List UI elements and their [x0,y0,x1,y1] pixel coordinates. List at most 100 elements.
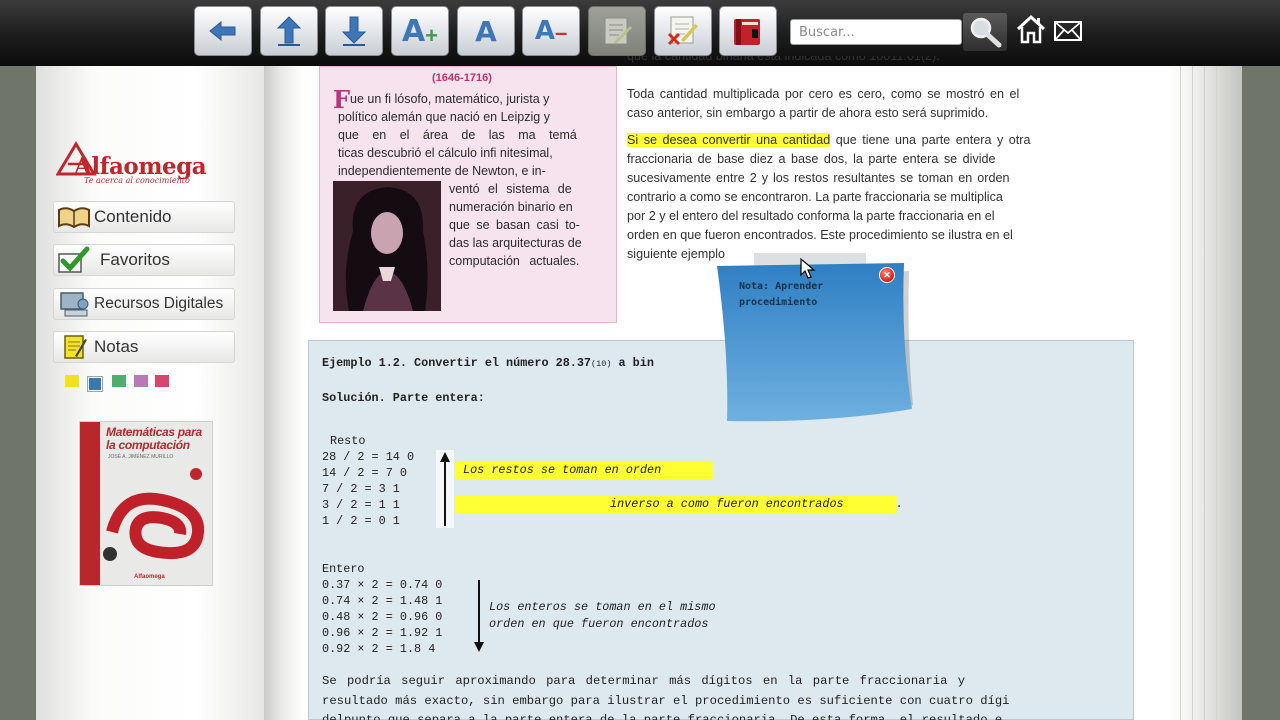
annotation-text: Los restos se toman en orden [463,463,662,477]
font-plus-icon: A [401,13,426,49]
cut-off-line: que la cantidad binaria está indicada co… [627,56,940,63]
add-note-button[interactable] [588,6,646,56]
close-icon[interactable]: ✕ [879,267,895,283]
leibniz-portrait [333,181,441,311]
arrow-left-icon [209,20,236,42]
multiplication-row: 0.37 × 2 = 0.74 0 [322,578,443,592]
search-input[interactable]: Buscar... [790,19,962,45]
logo-tagline: Te acerca al conocimiento [84,176,190,185]
multiplication-row: 0.74 × 2 = 1.48 1 [322,594,443,608]
body-paragraph-line: fraccionaria de base diez a base dos, la… [627,152,996,166]
annotation-period: . [896,497,904,511]
open-book-icon [54,202,94,232]
note-color-green[interactable] [112,375,126,387]
sidebar-item-label: Notas [94,337,139,356]
next-page-button[interactable] [325,6,383,56]
annotation-text: inverso a como fueron encontrados [610,497,844,511]
note-color-pink[interactable] [155,375,169,387]
font-increase-button[interactable]: A + [391,6,449,56]
sidebar-item-contenido[interactable]: Contenido [53,201,235,233]
sidebar-item-favoritos[interactable]: Favoritos [53,244,235,276]
bio-line: político alemán que nació en Leipzig y [338,110,550,124]
body-paragraph-line: Toda cantidad multiplicada por cero es c… [627,87,1020,101]
closing-paragraph-line: delpunto que separa a la parte entera de… [322,713,1003,720]
delete-note-button[interactable] [654,6,712,56]
arrow-up-icon [276,16,302,46]
book-icon [734,19,760,45]
bio-line: numeración binario en [449,200,573,214]
sidebar-item-label: Contenido [94,207,172,226]
home-button[interactable] [1015,14,1047,49]
bio-line: ticas descubrió el cálculo infi nitesima… [338,146,553,160]
body-paragraph-line: orden en que fueron encontrados. Este pr… [627,228,1013,242]
frame-right [1242,66,1280,720]
sidebar-item-recursos[interactable]: Recursos Digitales [53,288,235,320]
note-color-yellow[interactable] [65,375,79,387]
body-paragraph-line: caso anterior, sin embargo a partir de a… [627,106,989,120]
cover-spine-stripe [80,422,100,585]
sidebar-item-label: Recursos Digitales [94,295,224,312]
cover-title: Matemáticas para la computación [106,425,202,452]
closing-paragraph-line: resultado más exacto, sin embargo para i… [322,694,1010,708]
bio-line: computación actuales. [449,254,580,268]
mouse-cursor-icon [800,258,816,279]
checkmark-icon [54,245,94,275]
font-minus-icon: A [534,16,555,46]
computer-icon [54,289,94,319]
multiplication-row: 0.96 × 2 = 1.92 1 [322,626,443,640]
note-text[interactable]: Nota: Aprender procedimiento [739,279,823,311]
highlighted-text[interactable]: Si se desea convertir una cantidad [627,133,831,147]
page-stack-edge [1170,66,1242,720]
arrow-up-indicator-icon [436,450,454,528]
body-paragraph-line: sucesivamente entre 2 y los restos resul… [627,171,1010,185]
body-paragraph-line: por 2 y el entero del resultado conforma… [627,209,995,223]
font-decrease-button[interactable]: A – [522,6,580,56]
division-row: 3 / 2 = 1 1 [322,498,400,512]
mail-button[interactable] [1053,20,1083,47]
note-color-blue[interactable] [88,377,102,391]
bookmark-button[interactable] [719,6,777,56]
prev-page-button[interactable] [260,6,318,56]
mail-icon [1054,21,1082,41]
font-reset-button[interactable]: A [457,6,515,56]
body-paragraph-line: Si se desea convertir una cantidad que t… [627,133,1031,147]
annotation-text: orden en que fueron encontrados [489,617,709,631]
example-title: Ejemplo 1.2. Convertir el número 28.37(1… [322,356,654,370]
division-row: 7 / 2 = 3 1 [322,482,400,496]
multiplication-row: 0.92 × 2 = 1.8 4 [322,642,436,656]
note-color-purple[interactable] [134,375,148,387]
search-button[interactable] [963,13,1007,51]
arrow-down-indicator-icon [474,580,484,652]
solution-heading: Solución. Parte entera: [322,391,485,405]
bio-years: (1646-1716) [432,72,492,84]
book-spine [264,66,304,720]
back-button[interactable] [194,6,252,56]
division-row: 1 / 2 = 0 1 [322,514,400,528]
bio-line: que en el área de las ma temá [338,128,577,142]
cover-author: JOSÉ A. JIMÉNEZ MURILLO [108,454,174,460]
sidebar-item-notas[interactable]: Notas [53,331,235,363]
bio-line: independientemente de Newton, e in- [338,164,546,178]
bio-line: que se basan casi to- [449,218,580,232]
font-icon: A [475,14,497,48]
home-icon [1016,14,1046,44]
note-edit-icon [604,17,632,45]
mobius-strip-icon [103,468,205,561]
frame-left [0,66,36,720]
body-paragraph-line: contrario a como se encontraron. La part… [627,190,1003,204]
bio-line: das las arquitecturas de [449,236,582,250]
note-delete-icon [667,16,698,46]
arrow-down-icon [341,16,367,46]
notepad-icon [54,332,94,362]
magnifier-icon [970,17,1002,48]
division-row: 28 / 2 = 14 0 [322,450,415,464]
cover-brand: Alfaomega [134,574,165,580]
book-cover-thumbnail[interactable]: Matemáticas para la computación JOSÉ A. J… [79,421,213,586]
entero-header: Entero [322,562,365,576]
division-row: 14 / 2 = 7 0 [322,466,407,480]
sidebar-item-label: Favoritos [100,250,170,269]
annotation-text: Los enteros se toman en el mismo [489,600,716,614]
closing-paragraph-line: Se podría seguir aproximando para determ… [322,674,966,688]
body-paragraph-line: siguiente ejemplo [627,247,726,261]
resto-header: Resto [330,434,366,448]
